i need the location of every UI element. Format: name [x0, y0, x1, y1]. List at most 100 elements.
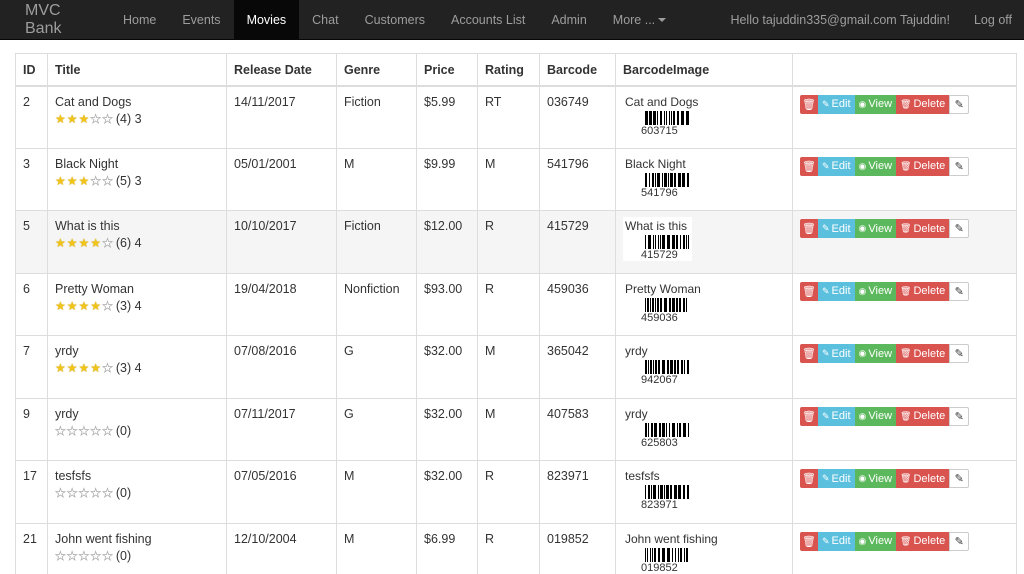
view-button[interactable]: ◉ View — [854, 406, 897, 426]
star-icon[interactable]: ★ — [90, 300, 101, 312]
star-icon[interactable]: ★ — [67, 300, 78, 312]
quick-delete-button[interactable]: 🗑 — [800, 94, 818, 114]
star-icon[interactable]: ★ — [67, 362, 78, 374]
nav-admin[interactable]: Admin — [538, 0, 599, 39]
star-rating[interactable]: ★ ★ ★ ★ ★ (0) — [55, 549, 131, 563]
quick-delete-button[interactable]: 🗑 — [800, 344, 818, 363]
star-rating[interactable]: ★ ★ ★ ★ ★ (0) — [55, 486, 131, 500]
star-icon[interactable]: ★ — [79, 237, 90, 249]
star-icon[interactable]: ★ — [67, 113, 78, 125]
inline-edit-button[interactable]: ✎ — [949, 156, 970, 176]
brand-link[interactable]: MVC Bank — [0, 0, 110, 39]
nav-movies[interactable]: Movies — [233, 0, 300, 39]
delete-button[interactable]: 🗑 Delete — [896, 344, 950, 363]
inline-edit-button[interactable]: ✎ — [949, 344, 970, 363]
quick-delete-button[interactable]: 🗑 — [800, 406, 818, 426]
view-button[interactable]: ◉ View — [854, 94, 897, 114]
star-icon[interactable]: ★ — [66, 487, 77, 500]
view-button[interactable]: ◉ View — [854, 281, 897, 301]
user-greeting-link[interactable]: Hello tajuddin335@gmail.com Tajuddin! — [718, 0, 962, 39]
star-icon[interactable]: ★ — [102, 424, 113, 437]
nav-events[interactable]: Events — [169, 0, 233, 39]
delete-button[interactable]: 🗑 Delete — [896, 94, 950, 114]
star-rating[interactable]: ★ ★ ★ ★ ★ (0) — [55, 424, 131, 438]
star-icon[interactable]: ★ — [66, 424, 77, 437]
star-icon[interactable]: ★ — [90, 174, 101, 187]
nav-customers[interactable]: Customers — [352, 0, 438, 39]
star-icon[interactable]: ★ — [67, 175, 78, 187]
nav-more-dropdown[interactable]: More ... — [600, 0, 679, 39]
edit-button[interactable]: ✎ Edit — [818, 344, 855, 363]
star-icon[interactable]: ★ — [78, 487, 89, 500]
star-rating[interactable]: ★ ★ ★ ★ ★ (6) 4 — [55, 236, 142, 250]
edit-button[interactable]: ✎ Edit — [818, 281, 855, 301]
inline-edit-button[interactable]: ✎ — [949, 281, 970, 301]
star-icon[interactable]: ★ — [102, 299, 113, 312]
quick-delete-button[interactable]: 🗑 — [800, 219, 818, 238]
edit-button[interactable]: ✎ Edit — [818, 156, 855, 176]
star-icon[interactable]: ★ — [90, 549, 101, 562]
star-icon[interactable]: ★ — [102, 174, 113, 187]
view-button[interactable]: ◉ View — [854, 531, 897, 551]
star-icon[interactable]: ★ — [90, 362, 101, 374]
edit-button[interactable]: ✎ Edit — [818, 219, 855, 238]
star-icon[interactable]: ★ — [55, 300, 66, 312]
quick-delete-button[interactable]: 🗑 — [800, 531, 818, 551]
star-icon[interactable]: ★ — [55, 175, 66, 187]
nav-accounts-list[interactable]: Accounts List — [438, 0, 538, 39]
delete-button[interactable]: 🗑 Delete — [896, 281, 950, 301]
delete-button[interactable]: 🗑 Delete — [896, 156, 950, 176]
star-icon[interactable]: ★ — [55, 549, 66, 562]
delete-button[interactable]: 🗑 Delete — [896, 531, 950, 551]
quick-delete-button[interactable]: 🗑 — [800, 156, 818, 176]
view-button[interactable]: ◉ View — [854, 344, 897, 363]
nav-home[interactable]: Home — [110, 0, 169, 39]
inline-edit-button[interactable]: ✎ — [949, 94, 970, 114]
edit-button[interactable]: ✎ Edit — [818, 531, 855, 551]
inline-edit-button[interactable]: ✎ — [949, 469, 970, 488]
delete-button[interactable]: 🗑 Delete — [896, 406, 950, 426]
view-button[interactable]: ◉ View — [854, 219, 897, 238]
star-icon[interactable]: ★ — [55, 237, 66, 249]
star-icon[interactable]: ★ — [78, 549, 89, 562]
star-icon[interactable]: ★ — [55, 424, 66, 437]
barcode-bar — [687, 172, 689, 187]
logoff-link[interactable]: Log off — [962, 0, 1024, 39]
quick-delete-button[interactable]: 🗑 — [800, 281, 818, 301]
star-icon[interactable]: ★ — [55, 362, 66, 374]
star-rating[interactable]: ★ ★ ★ ★ ★ (4) 3 — [55, 112, 142, 126]
star-icon[interactable]: ★ — [79, 113, 90, 125]
star-rating[interactable]: ★ ★ ★ ★ ★ (5) 3 — [55, 174, 142, 188]
star-icon[interactable]: ★ — [55, 487, 66, 500]
view-button[interactable]: ◉ View — [854, 469, 897, 488]
quick-delete-button[interactable]: 🗑 — [800, 469, 818, 488]
star-icon[interactable]: ★ — [90, 112, 101, 125]
star-icon[interactable]: ★ — [102, 549, 113, 562]
star-icon[interactable]: ★ — [78, 424, 89, 437]
star-icon[interactable]: ★ — [102, 487, 113, 500]
star-icon[interactable]: ★ — [79, 362, 90, 374]
star-icon[interactable]: ★ — [79, 175, 90, 187]
star-icon[interactable]: ★ — [67, 237, 78, 249]
star-icon[interactable]: ★ — [90, 424, 101, 437]
delete-button[interactable]: 🗑 Delete — [896, 219, 950, 238]
view-button[interactable]: ◉ View — [854, 156, 897, 176]
star-icon[interactable]: ★ — [102, 362, 113, 375]
edit-button[interactable]: ✎ Edit — [818, 469, 855, 488]
star-icon[interactable]: ★ — [102, 112, 113, 125]
star-icon[interactable]: ★ — [102, 237, 113, 250]
star-icon[interactable]: ★ — [90, 237, 101, 249]
inline-edit-button[interactable]: ✎ — [949, 406, 970, 426]
star-rating[interactable]: ★ ★ ★ ★ ★ (3) 4 — [55, 361, 142, 375]
star-icon[interactable]: ★ — [79, 300, 90, 312]
star-icon[interactable]: ★ — [55, 113, 66, 125]
star-icon[interactable]: ★ — [90, 487, 101, 500]
star-rating[interactable]: ★ ★ ★ ★ ★ (3) 4 — [55, 299, 142, 313]
inline-edit-button[interactable]: ✎ — [949, 219, 970, 238]
nav-chat[interactable]: Chat — [299, 0, 351, 39]
inline-edit-button[interactable]: ✎ — [949, 531, 970, 551]
edit-button[interactable]: ✎ Edit — [818, 94, 855, 114]
edit-button[interactable]: ✎ Edit — [818, 406, 855, 426]
delete-button[interactable]: 🗑 Delete — [896, 469, 950, 488]
star-icon[interactable]: ★ — [66, 549, 77, 562]
